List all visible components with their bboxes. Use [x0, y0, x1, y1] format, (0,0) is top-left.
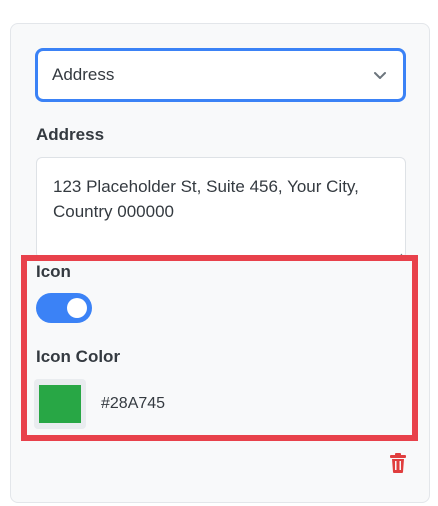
field-type-select[interactable]: Address [35, 48, 406, 102]
address-textarea[interactable]: 123 Placeholder St, Suite 456, Your City… [36, 157, 406, 259]
delete-button[interactable] [388, 452, 408, 478]
icon-label: Icon [36, 262, 71, 281]
toggle-knob [67, 298, 87, 318]
color-hex-value: #28A745 [101, 395, 166, 412]
icon-color-label: Icon Color [36, 347, 121, 366]
color-swatch [39, 385, 81, 423]
icon-toggle[interactable] [36, 293, 92, 323]
address-label: Address [36, 125, 105, 144]
chevron-down-icon [371, 66, 389, 84]
field-type-value: Address [52, 65, 115, 84]
color-picker[interactable] [34, 379, 86, 429]
field-settings-panel: Address Address 123 Placeholder St, Suit… [10, 23, 430, 503]
trash-icon [390, 452, 406, 478]
